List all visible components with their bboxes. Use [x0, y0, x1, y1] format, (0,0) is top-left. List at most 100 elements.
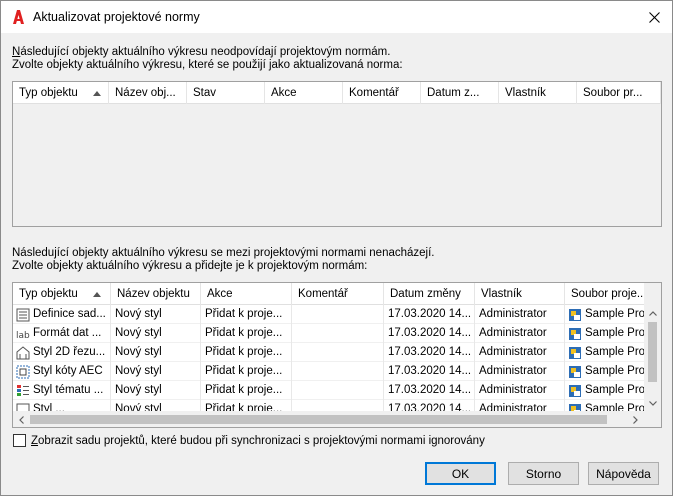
close-button[interactable]	[636, 1, 672, 33]
cell-comment[interactable]	[292, 381, 384, 400]
column-header-object-name[interactable]: Název objektu	[111, 283, 201, 305]
cell-text: Sample Pro	[585, 384, 644, 396]
cancel-button[interactable]: Storno	[508, 462, 579, 485]
project-file-icon	[569, 403, 581, 411]
autocad-logo-icon	[13, 10, 24, 24]
column-header-object-name[interactable]: Název obj...	[109, 82, 187, 104]
chevron-up-icon	[648, 311, 657, 316]
column-header-project-file[interactable]: Soubor pr...	[577, 82, 661, 104]
cell-project-file: Sample Pro	[565, 305, 644, 324]
cell-text: Styl 2D řezu...	[33, 346, 106, 358]
column-header-owner[interactable]: Vlastník	[499, 82, 577, 104]
cell-comment[interactable]	[292, 400, 384, 411]
scroll-right-button[interactable]	[627, 411, 644, 427]
cell-object-type: Styl tématu ...	[13, 381, 111, 400]
horizontal-scroll-thumb[interactable]	[30, 415, 607, 424]
project-file-icon	[569, 308, 581, 321]
definition-icon	[16, 308, 30, 321]
cell-comment[interactable]	[292, 362, 384, 381]
show-ignored-checkbox[interactable]	[13, 434, 26, 447]
column-header-status[interactable]: Stav	[187, 82, 265, 104]
top-instruction-line2: Zvolte objekty aktuálního výkresu, které…	[12, 59, 403, 71]
column-header-action[interactable]: Akce	[201, 283, 292, 305]
table-row[interactable]: Styl kóty AEC Nový styl Přidat k proje..…	[13, 362, 644, 381]
column-header-action[interactable]: Akce	[265, 82, 343, 104]
cell-action[interactable]: Přidat k proje...	[201, 305, 292, 324]
project-file-icon	[569, 365, 581, 378]
vertical-scrollbar[interactable]	[644, 305, 661, 412]
cell-owner: Administrator	[475, 400, 565, 411]
cell-comment[interactable]	[292, 343, 384, 362]
help-button[interactable]: Nápověda	[588, 462, 659, 485]
column-label: Soubor pr...	[583, 87, 643, 99]
column-header-date[interactable]: Datum z...	[421, 82, 499, 104]
project-file-icon	[569, 346, 581, 359]
cell-date: 17.03.2020 14...	[384, 305, 475, 324]
scrollbar-corner	[644, 410, 661, 427]
column-label: Akce	[207, 288, 233, 300]
cell-object-name: Nový styl	[111, 324, 201, 343]
column-label: Akce	[271, 87, 297, 99]
column-label: Stav	[193, 87, 217, 99]
column-header-object-type[interactable]: Typ objektu	[13, 82, 109, 104]
generic-icon	[16, 403, 30, 411]
vertical-scroll-thumb[interactable]	[648, 322, 657, 382]
project-file-icon	[569, 384, 581, 397]
cell-action[interactable]: Přidat k proje...	[201, 400, 292, 411]
cell-comment[interactable]	[292, 324, 384, 343]
top-grid-header: Typ objektu Název obj... Stav Akce Komen…	[13, 82, 661, 104]
column-header-date-changed[interactable]: Datum změny	[384, 283, 475, 305]
table-row[interactable]: Styl tématu ... Nový styl Přidat k proje…	[13, 381, 644, 400]
column-header-owner[interactable]: Vlastník	[475, 283, 565, 305]
project-file-icon	[569, 327, 581, 340]
cell-object-name: Nový styl	[111, 343, 201, 362]
ok-button[interactable]: OK	[425, 462, 496, 485]
cell-object-type: Styl kóty AEC	[13, 362, 111, 381]
nonconforming-objects-grid[interactable]: Typ objektu Název obj... Stav Akce Komen…	[12, 81, 662, 227]
column-header-comment[interactable]: Komentář	[343, 82, 421, 104]
section-style-icon	[16, 345, 30, 359]
dialog-window: Aktualizovat projektové normy Následujíc…	[0, 0, 673, 496]
cell-action[interactable]: Přidat k proje...	[201, 324, 292, 343]
table-row[interactable]: Styl 2D řezu... Nový styl Přidat k proje…	[13, 343, 644, 362]
scroll-up-button[interactable]	[644, 305, 661, 322]
theme-style-icon	[17, 384, 29, 396]
column-label: Typ objektu	[19, 87, 78, 99]
title-bar[interactable]: Aktualizovat projektové normy	[1, 1, 672, 33]
cell-object-name: Nový styl	[111, 381, 201, 400]
column-label: Název obj...	[115, 87, 176, 99]
cell-text: Styl ...	[33, 403, 65, 411]
cell-text: Styl tématu ...	[33, 384, 104, 396]
bottom-grid-body: Definice sad... Nový styl Přidat k proje…	[13, 305, 644, 411]
table-row[interactable]: lab Formát dat ... Nový styl Přidat k pr…	[13, 324, 644, 343]
show-ignored-checkbox-row[interactable]: Zobrazit sadu projektů, které budou při …	[13, 434, 485, 447]
close-icon	[648, 11, 660, 23]
format-icon: lab	[16, 331, 30, 341]
cell-object-type: Styl 2D řezu...	[13, 343, 111, 362]
dialog-title: Aktualizovat projektové normy	[33, 10, 200, 24]
column-label: Typ objektu	[19, 288, 78, 300]
cell-text: Definice sad...	[33, 308, 106, 320]
missing-objects-grid[interactable]: Typ objektu Název objektu Akce Komentář …	[12, 282, 662, 428]
table-row[interactable]: Styl ... Nový styl Přidat k proje... 17.…	[13, 400, 644, 411]
cell-text: Sample Pro	[585, 327, 644, 339]
scroll-left-button[interactable]	[13, 411, 30, 427]
horizontal-scrollbar[interactable]	[13, 411, 644, 427]
cell-comment[interactable]	[292, 305, 384, 324]
cell-owner: Administrator	[475, 343, 565, 362]
column-header-object-type[interactable]: Typ objektu	[13, 283, 111, 305]
table-row[interactable]: Definice sad... Nový styl Přidat k proje…	[13, 305, 644, 324]
cell-object-type: Styl ...	[13, 400, 111, 411]
column-label: Komentář	[349, 87, 399, 99]
show-ignored-label[interactable]: Zobrazit sadu projektů, které budou při …	[31, 435, 485, 447]
svg-text:lab: lab	[16, 331, 30, 341]
cell-action[interactable]: Přidat k proje...	[201, 362, 292, 381]
cell-action[interactable]: Přidat k proje...	[201, 381, 292, 400]
cell-owner: Administrator	[475, 324, 565, 343]
sort-ascending-icon	[93, 292, 101, 297]
column-label: Vlastník	[505, 87, 546, 99]
column-header-comment[interactable]: Komentář	[292, 283, 384, 305]
cell-text: Styl kóty AEC	[33, 365, 103, 377]
column-header-project-file[interactable]: Soubor proje...	[565, 283, 644, 305]
cell-action[interactable]: Přidat k proje...	[201, 343, 292, 362]
